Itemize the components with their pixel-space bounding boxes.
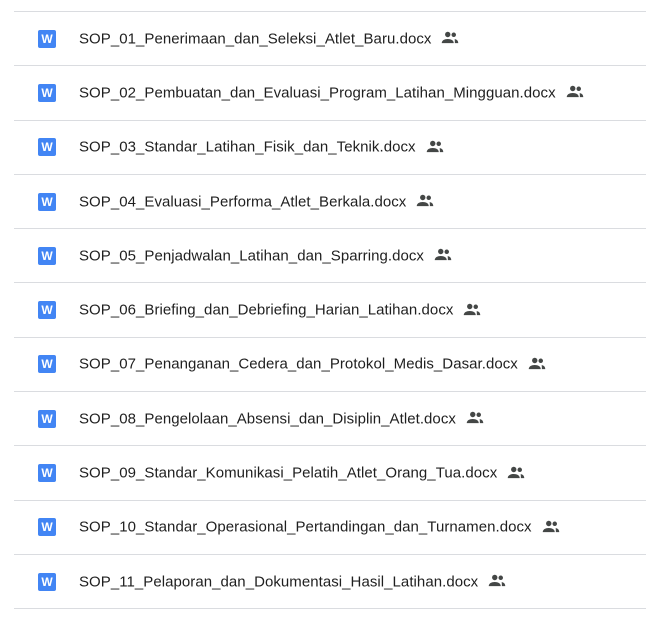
file-name[interactable]: SOP_10_Standar_Operasional_Pertandingan_… (79, 519, 532, 536)
file-name-wrap: SOP_10_Standar_Operasional_Pertandingan_… (79, 519, 560, 536)
shared-people-icon (426, 140, 444, 154)
word-doc-icon: W (38, 138, 56, 157)
file-row-10[interactable]: W SOP_10_Standar_Operasional_Pertandinga… (14, 501, 646, 555)
file-name[interactable]: SOP_06_Briefing_dan_Debriefing_Harian_La… (79, 302, 453, 319)
file-row-04[interactable]: W SOP_04_Evaluasi_Performa_Atlet_Berkala… (14, 175, 646, 230)
word-doc-icon: W (38, 192, 56, 211)
file-rows: W SOP_01_Penerimaan_dan_Seleksi_Atlet_Ba… (0, 12, 646, 610)
shared-people-icon (528, 357, 546, 371)
file-name[interactable]: SOP_04_Evaluasi_Performa_Atlet_Berkala.d… (79, 193, 406, 210)
file-name[interactable]: SOP_09_Standar_Komunikasi_Pelatih_Atlet_… (79, 465, 497, 482)
file-row-05[interactable]: W SOP_05_Penjadwalan_Latihan_dan_Sparrin… (14, 229, 646, 284)
word-doc-icon: W (38, 29, 56, 48)
shared-people-icon (542, 520, 560, 534)
file-name-wrap: SOP_03_Standar_Latihan_Fisik_dan_Teknik.… (79, 139, 444, 156)
shared-people-icon (466, 412, 484, 426)
file-name-wrap: SOP_01_Penerimaan_dan_Seleksi_Atlet_Baru… (79, 30, 459, 47)
file-name-wrap: SOP_07_Penanganan_Cedera_dan_Protokol_Me… (79, 356, 546, 373)
shared-people-icon (488, 574, 506, 589)
shared-people-icon (441, 31, 459, 46)
file-row-08[interactable]: W SOP_08_Pengelolaan_Absensi_dan_Disipli… (14, 392, 646, 447)
file-name-wrap: SOP_04_Evaluasi_Performa_Atlet_Berkala.d… (79, 193, 434, 210)
file-row-07[interactable]: W SOP_07_Penanganan_Cedera_dan_Protokol_… (14, 338, 646, 393)
word-doc-icon: W (38, 518, 56, 537)
file-name-wrap: SOP_06_Briefing_dan_Debriefing_Harian_La… (79, 302, 481, 319)
file-row-09[interactable]: W SOP_09_Standar_Komunikasi_Pelatih_Atle… (14, 446, 646, 501)
word-doc-icon: W (38, 572, 56, 591)
file-name[interactable]: SOP_07_Penanganan_Cedera_dan_Protokol_Me… (79, 356, 518, 373)
file-name-wrap: SOP_05_Penjadwalan_Latihan_dan_Sparring.… (79, 247, 452, 264)
shared-people-icon (416, 194, 434, 209)
word-doc-icon: W (38, 246, 56, 265)
shared-people-icon (507, 466, 525, 480)
word-doc-icon: W (38, 409, 56, 428)
word-doc-icon: W (38, 355, 56, 374)
file-name[interactable]: SOP_08_Pengelolaan_Absensi_dan_Disiplin_… (79, 410, 456, 427)
file-name[interactable]: SOP_11_Pelaporan_dan_Dokumentasi_Hasil_L… (79, 573, 478, 590)
file-row-01[interactable]: W SOP_01_Penerimaan_dan_Seleksi_Atlet_Ba… (14, 12, 646, 67)
file-name-wrap: SOP_11_Pelaporan_dan_Dokumentasi_Hasil_L… (79, 573, 506, 590)
shared-people-icon (566, 86, 584, 100)
file-row-11[interactable]: W SOP_11_Pelaporan_dan_Dokumentasi_Hasil… (14, 555, 646, 610)
word-doc-icon: W (38, 301, 56, 320)
file-name-wrap: SOP_09_Standar_Komunikasi_Pelatih_Atlet_… (79, 465, 525, 482)
file-name[interactable]: SOP_03_Standar_Latihan_Fisik_dan_Teknik.… (79, 139, 416, 156)
word-doc-icon: W (38, 83, 56, 102)
file-name-wrap: SOP_08_Pengelolaan_Absensi_dan_Disiplin_… (79, 410, 484, 427)
file-row-06[interactable]: W SOP_06_Briefing_dan_Debriefing_Harian_… (14, 283, 646, 338)
shared-people-icon (463, 303, 481, 317)
file-name[interactable]: SOP_05_Penjadwalan_Latihan_dan_Sparring.… (79, 247, 424, 264)
shared-people-icon (434, 249, 452, 263)
file-name[interactable]: SOP_01_Penerimaan_dan_Seleksi_Atlet_Baru… (79, 30, 431, 47)
file-list: W SOP_01_Penerimaan_dan_Seleksi_Atlet_Ba… (0, 0, 646, 620)
file-name[interactable]: SOP_02_Pembuatan_dan_Evaluasi_Program_La… (79, 84, 556, 101)
word-doc-icon: W (38, 464, 56, 483)
file-row-02[interactable]: W SOP_02_Pembuatan_dan_Evaluasi_Program_… (14, 66, 646, 121)
file-name-wrap: SOP_02_Pembuatan_dan_Evaluasi_Program_La… (79, 84, 584, 101)
file-row-03[interactable]: W SOP_03_Standar_Latihan_Fisik_dan_Tekni… (14, 121, 646, 175)
